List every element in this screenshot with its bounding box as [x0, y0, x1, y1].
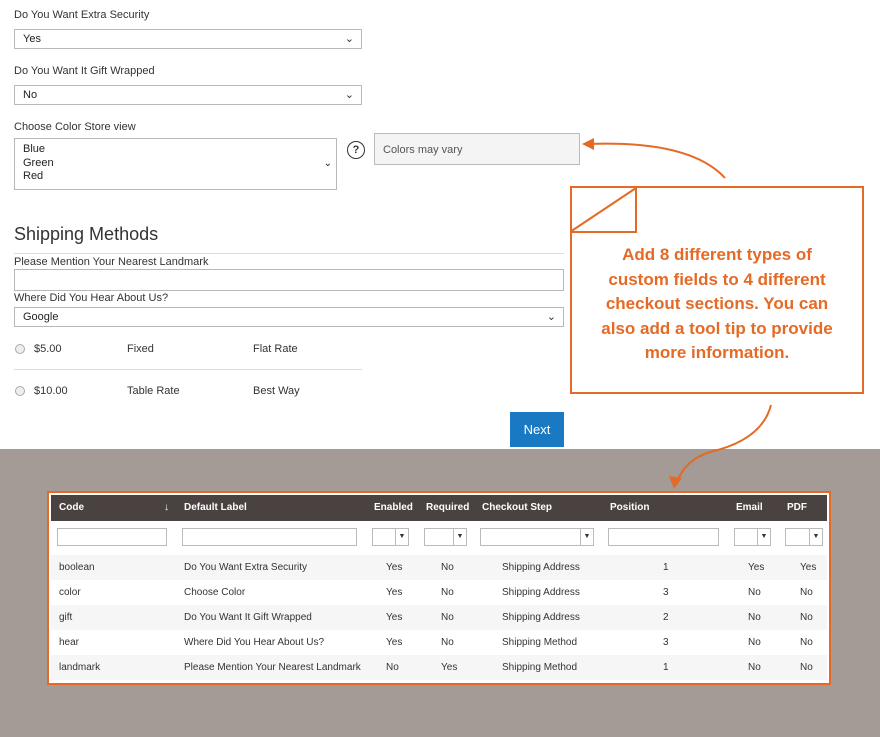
cell-label: Do You Want It Gift Wrapped: [184, 612, 312, 623]
custom-fields-grid: Code ↓ Default Label Enabled Required Ch…: [47, 491, 831, 685]
arrow-to-tooltip: [587, 142, 726, 179]
filter-pdf-select[interactable]: ▼: [785, 528, 823, 546]
cell-position: 3: [663, 587, 669, 598]
table-row[interactable]: hear Where Did You Hear About Us? Yes No…: [51, 630, 827, 655]
arrowhead: [669, 476, 682, 489]
cell-email: No: [748, 662, 761, 673]
filter-required-select[interactable]: ▼: [424, 528, 467, 546]
arrowhead: [582, 138, 594, 150]
filter-position-input[interactable]: [608, 528, 719, 546]
cell-step: Shipping Address: [502, 562, 580, 573]
filter-step-select[interactable]: ▼: [480, 528, 594, 546]
cell-step: Shipping Method: [502, 637, 578, 648]
cell-enabled: No: [386, 662, 399, 673]
cell-code: color: [59, 587, 81, 598]
table-row[interactable]: landmark Please Mention Your Nearest Lan…: [51, 655, 827, 680]
cell-label: Please Mention Your Nearest Landmark: [184, 662, 361, 673]
cell-required: No: [441, 562, 454, 573]
cell-label: Where Did You Hear About Us?: [184, 637, 325, 648]
cell-position: 1: [663, 562, 669, 573]
cell-enabled: Yes: [386, 612, 403, 623]
cell-required: Yes: [441, 662, 458, 673]
cell-enabled: Yes: [386, 587, 403, 598]
col-required[interactable]: Required: [426, 495, 469, 521]
cell-code: hear: [59, 637, 80, 648]
col-code[interactable]: Code: [59, 495, 84, 521]
callout-line: also add a tool tip to provide: [601, 318, 833, 338]
col-email[interactable]: Email: [736, 495, 763, 521]
grid-header: Code ↓ Default Label Enabled Required Ch…: [51, 495, 827, 521]
table-row[interactable]: color Choose Color Yes No Shipping Addre…: [51, 580, 827, 605]
cell-required: No: [441, 637, 454, 648]
chevron-down-icon: ▼: [809, 529, 822, 545]
chevron-down-icon: ▼: [580, 529, 593, 545]
cell-email: No: [748, 612, 761, 623]
cell-email: No: [748, 587, 761, 598]
col-enabled[interactable]: Enabled: [374, 495, 413, 521]
filter-enabled-select[interactable]: ▼: [372, 528, 409, 546]
cell-required: No: [441, 612, 454, 623]
filter-label-input[interactable]: [182, 528, 357, 546]
sort-arrow-icon[interactable]: ↓: [164, 495, 169, 521]
cell-code: gift: [59, 612, 73, 623]
filter-code-input[interactable]: [57, 528, 167, 546]
cell-pdf: No: [800, 662, 813, 673]
cell-label: Choose Color: [184, 587, 246, 598]
table-row[interactable]: boolean Do You Want Extra Security Yes N…: [51, 555, 827, 580]
cell-pdf: No: [800, 587, 813, 598]
cell-position: 1: [663, 662, 669, 673]
cell-enabled: Yes: [386, 637, 403, 648]
callout-line: custom fields to 4 different: [608, 269, 826, 289]
callout-text: Add 8 different types of custom fields t…: [572, 243, 862, 366]
cell-email: Yes: [748, 562, 765, 573]
cell-pdf: No: [800, 612, 813, 623]
col-default-label[interactable]: Default Label: [184, 495, 247, 521]
table-row[interactable]: gift Do You Want It Gift Wrapped Yes No …: [51, 605, 827, 630]
cell-code: landmark: [59, 662, 101, 673]
arrow-to-grid: [676, 404, 772, 483]
cell-required: No: [441, 587, 454, 598]
cell-position: 3: [663, 637, 669, 648]
chevron-down-icon: ▼: [395, 529, 408, 545]
callout-line: checkout sections. You can: [605, 294, 829, 313]
cell-email: No: [748, 637, 761, 648]
col-checkout-step[interactable]: Checkout Step: [482, 495, 552, 521]
cell-position: 2: [663, 612, 669, 623]
filter-email-select[interactable]: ▼: [734, 528, 771, 546]
cell-pdf: Yes: [800, 562, 817, 573]
cell-pdf: No: [800, 637, 813, 648]
callout-fold: [570, 186, 637, 233]
cell-label: Do You Want Extra Security: [184, 562, 308, 573]
cell-code: boolean: [59, 562, 95, 573]
callout-line: Add 8 different types of: [622, 245, 812, 264]
col-position[interactable]: Position: [610, 495, 649, 521]
callout-line: more information.: [644, 343, 790, 362]
chevron-down-icon: ▼: [453, 529, 466, 545]
cell-step: Shipping Address: [502, 587, 580, 598]
chevron-down-icon: ▼: [757, 529, 770, 545]
cell-enabled: Yes: [386, 562, 403, 573]
cell-step: Shipping Address: [502, 612, 580, 623]
col-pdf[interactable]: PDF: [787, 495, 807, 521]
cell-step: Shipping Method: [502, 662, 578, 673]
